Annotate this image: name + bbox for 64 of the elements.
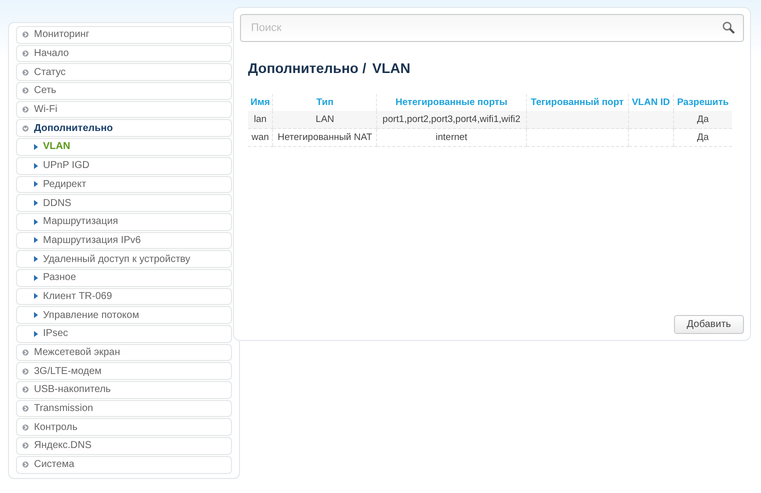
expand-icon	[22, 424, 29, 431]
chevron-icon	[34, 293, 38, 300]
chevron-icon	[34, 218, 38, 225]
chevron-icon	[34, 256, 38, 262]
chevron-icon	[34, 312, 38, 318]
submenu-item[interactable]: Маршрутизация IPv6	[16, 232, 232, 250]
expand-icon	[22, 50, 29, 58]
chevron-icon	[34, 162, 38, 169]
chevron-icon	[34, 181, 38, 188]
page-title: VLAN	[372, 60, 410, 76]
column-header: Имя	[248, 94, 273, 111]
submenu-item[interactable]: UPnP IGD	[16, 156, 232, 174]
expand-icon	[22, 405, 29, 412]
add-button[interactable]: Добавить	[674, 315, 744, 334]
collapse-icon	[22, 124, 29, 132]
menu-item[interactable]: Яндекс.DNS	[16, 437, 232, 455]
table-cell: LAN	[272, 111, 377, 128]
expand-icon	[22, 31, 29, 38]
table-cell: lan	[248, 111, 273, 128]
chevron-icon	[34, 274, 38, 281]
expand-icon	[22, 461, 29, 468]
chevron-icon	[34, 144, 38, 150]
submenu-item[interactable]: Управление потоком	[16, 306, 232, 324]
search-icon	[722, 21, 735, 34]
search-field[interactable]: Поиск	[240, 14, 744, 42]
table-cell: Да	[673, 111, 732, 128]
table-cell: internet	[376, 128, 526, 146]
menu-item[interactable]: 3G/LTE-модем	[16, 362, 232, 380]
submenu-item[interactable]: VLAN	[16, 138, 232, 156]
table-cell: Нетегированный NAT	[272, 128, 377, 146]
expand-icon	[22, 368, 29, 375]
menu-item[interactable]: Мониторинг	[16, 26, 232, 44]
menu-item[interactable]: Wi-Fi	[16, 100, 232, 118]
submenu-item[interactable]: Клиент TR-069	[16, 288, 232, 306]
submenu-item[interactable]: Разное	[16, 268, 232, 287]
submenu-item[interactable]: Маршрутизация	[16, 212, 232, 231]
submenu-item[interactable]: DDNS	[16, 194, 232, 212]
menu-item[interactable]: Статус	[16, 63, 232, 82]
expand-icon	[22, 87, 29, 94]
expand-icon	[22, 349, 29, 356]
submenu-item[interactable]: IPsec	[16, 325, 232, 343]
expand-icon	[22, 106, 29, 114]
expand-icon	[22, 442, 29, 450]
chevron-icon	[34, 200, 38, 206]
menu-item[interactable]: Межсетевой экран	[16, 344, 232, 362]
menu-item[interactable]: Сеть	[16, 82, 232, 100]
page-title: Дополнительно /	[248, 60, 366, 76]
menu-item[interactable]: Начало	[16, 44, 232, 62]
table-cell: wan	[248, 128, 273, 146]
submenu-item[interactable]: Редирект	[16, 176, 232, 194]
menu-item[interactable]: Transmission	[16, 400, 232, 418]
menu-item[interactable]: Контроль	[16, 418, 232, 436]
table-cell	[628, 128, 674, 146]
expand-icon	[22, 386, 29, 394]
submenu-item[interactable]: Удаленный доступ к устройству	[16, 250, 232, 268]
menu-item[interactable]: USB-накопитель	[16, 381, 232, 399]
table-cell: port1,port2,port3,port4,wifi1,wifi2	[376, 111, 526, 128]
chevron-icon	[34, 237, 38, 244]
menu-item[interactable]: Система	[16, 456, 232, 474]
expand-icon	[22, 68, 29, 76]
chevron-icon	[34, 330, 38, 337]
table-cell	[628, 111, 674, 128]
menu-item[interactable]: Дополнительно	[16, 119, 232, 138]
table-cell: Да	[673, 128, 732, 146]
